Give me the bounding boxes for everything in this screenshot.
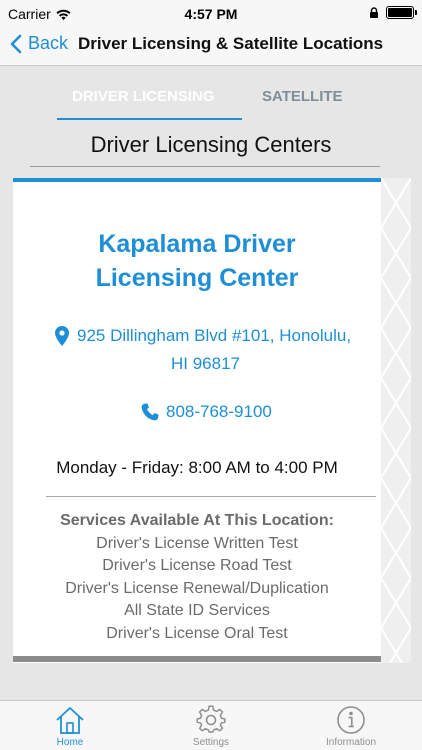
info-icon [337,706,365,734]
address-line2: HI 96817 [171,354,240,373]
tab-driver-licensing[interactable]: DRIVER LICENSING [72,88,215,105]
tab-information[interactable]: Information [306,705,396,748]
phone-icon [141,403,159,421]
tab-settings[interactable]: Settings [166,705,256,748]
back-label: Back [28,33,69,53]
tab-home[interactable]: Home [25,705,115,748]
section-title: Driver Licensing Centers [90,132,332,157]
tab-satellite[interactable]: SATELLITE [262,88,343,105]
phone-number: 808-768-9100 [166,402,272,421]
gear-icon [196,705,226,733]
status-time: 4:57 PM [184,6,238,22]
chevron-left-icon [10,34,22,53]
location-name-line1: Kapalama Driver [98,230,296,258]
card-divider [46,496,376,497]
tab-home-label: Home [56,737,84,748]
phone-link[interactable]: 808-768-9100 [141,402,272,422]
service-item: All State ID Services [124,602,270,620]
tribal-pattern-icon [381,178,411,663]
battery-icon [386,6,417,19]
service-item: Driver's License Road Test [102,557,292,575]
location-card: Kapalama Driver Licensing Center 925 Dil… [13,178,381,663]
location-name: Kapalama Driver Licensing Center [13,227,381,295]
back-button[interactable]: Back [10,33,68,54]
services-list: Services Available At This Location: Dri… [13,510,381,646]
status-right [368,6,417,19]
tab-settings-label: Settings [192,737,230,748]
map-pin-icon [55,326,69,346]
battery-fill [388,8,412,17]
address-link[interactable]: 925 Dillingham Blvd #101, Honolulu, HI 9… [55,322,375,378]
location-name-line2: Licensing Center [95,264,299,292]
battery-tip [415,10,417,15]
section-divider [30,166,380,167]
service-item: Driver's License Renewal/Duplication [65,579,329,597]
service-item: Driver's License Oral Test [106,624,288,642]
card-bottom-border [13,656,381,662]
home-icon [56,707,84,734]
service-item: Driver's License Written Test [96,534,298,552]
tab-bar: Home Settings Information [0,700,422,750]
segment-tabs: DRIVER LICENSING SATELLITE [0,66,422,120]
address-line1: 925 Dillingham Blvd #101, Honolulu, [77,326,352,345]
decorative-pattern [381,178,411,663]
status-bar: Carrier 4:57 PM [0,0,422,28]
opening-hours: Monday - Friday: 8:00 AM to 4:00 PM [56,458,338,477]
content-area: DRIVER LICENSING SATELLITE Driver Licens… [0,66,422,700]
navigation-bar: Back Driver Licensing & Satellite Locati… [0,28,422,66]
tab-information-label: Information [325,737,377,748]
services-heading: Services Available At This Location: [60,512,334,529]
active-tab-indicator [57,118,242,120]
page-title: Driver Licensing & Satellite Locations [78,34,384,53]
lock-rotation-icon [370,6,378,18]
